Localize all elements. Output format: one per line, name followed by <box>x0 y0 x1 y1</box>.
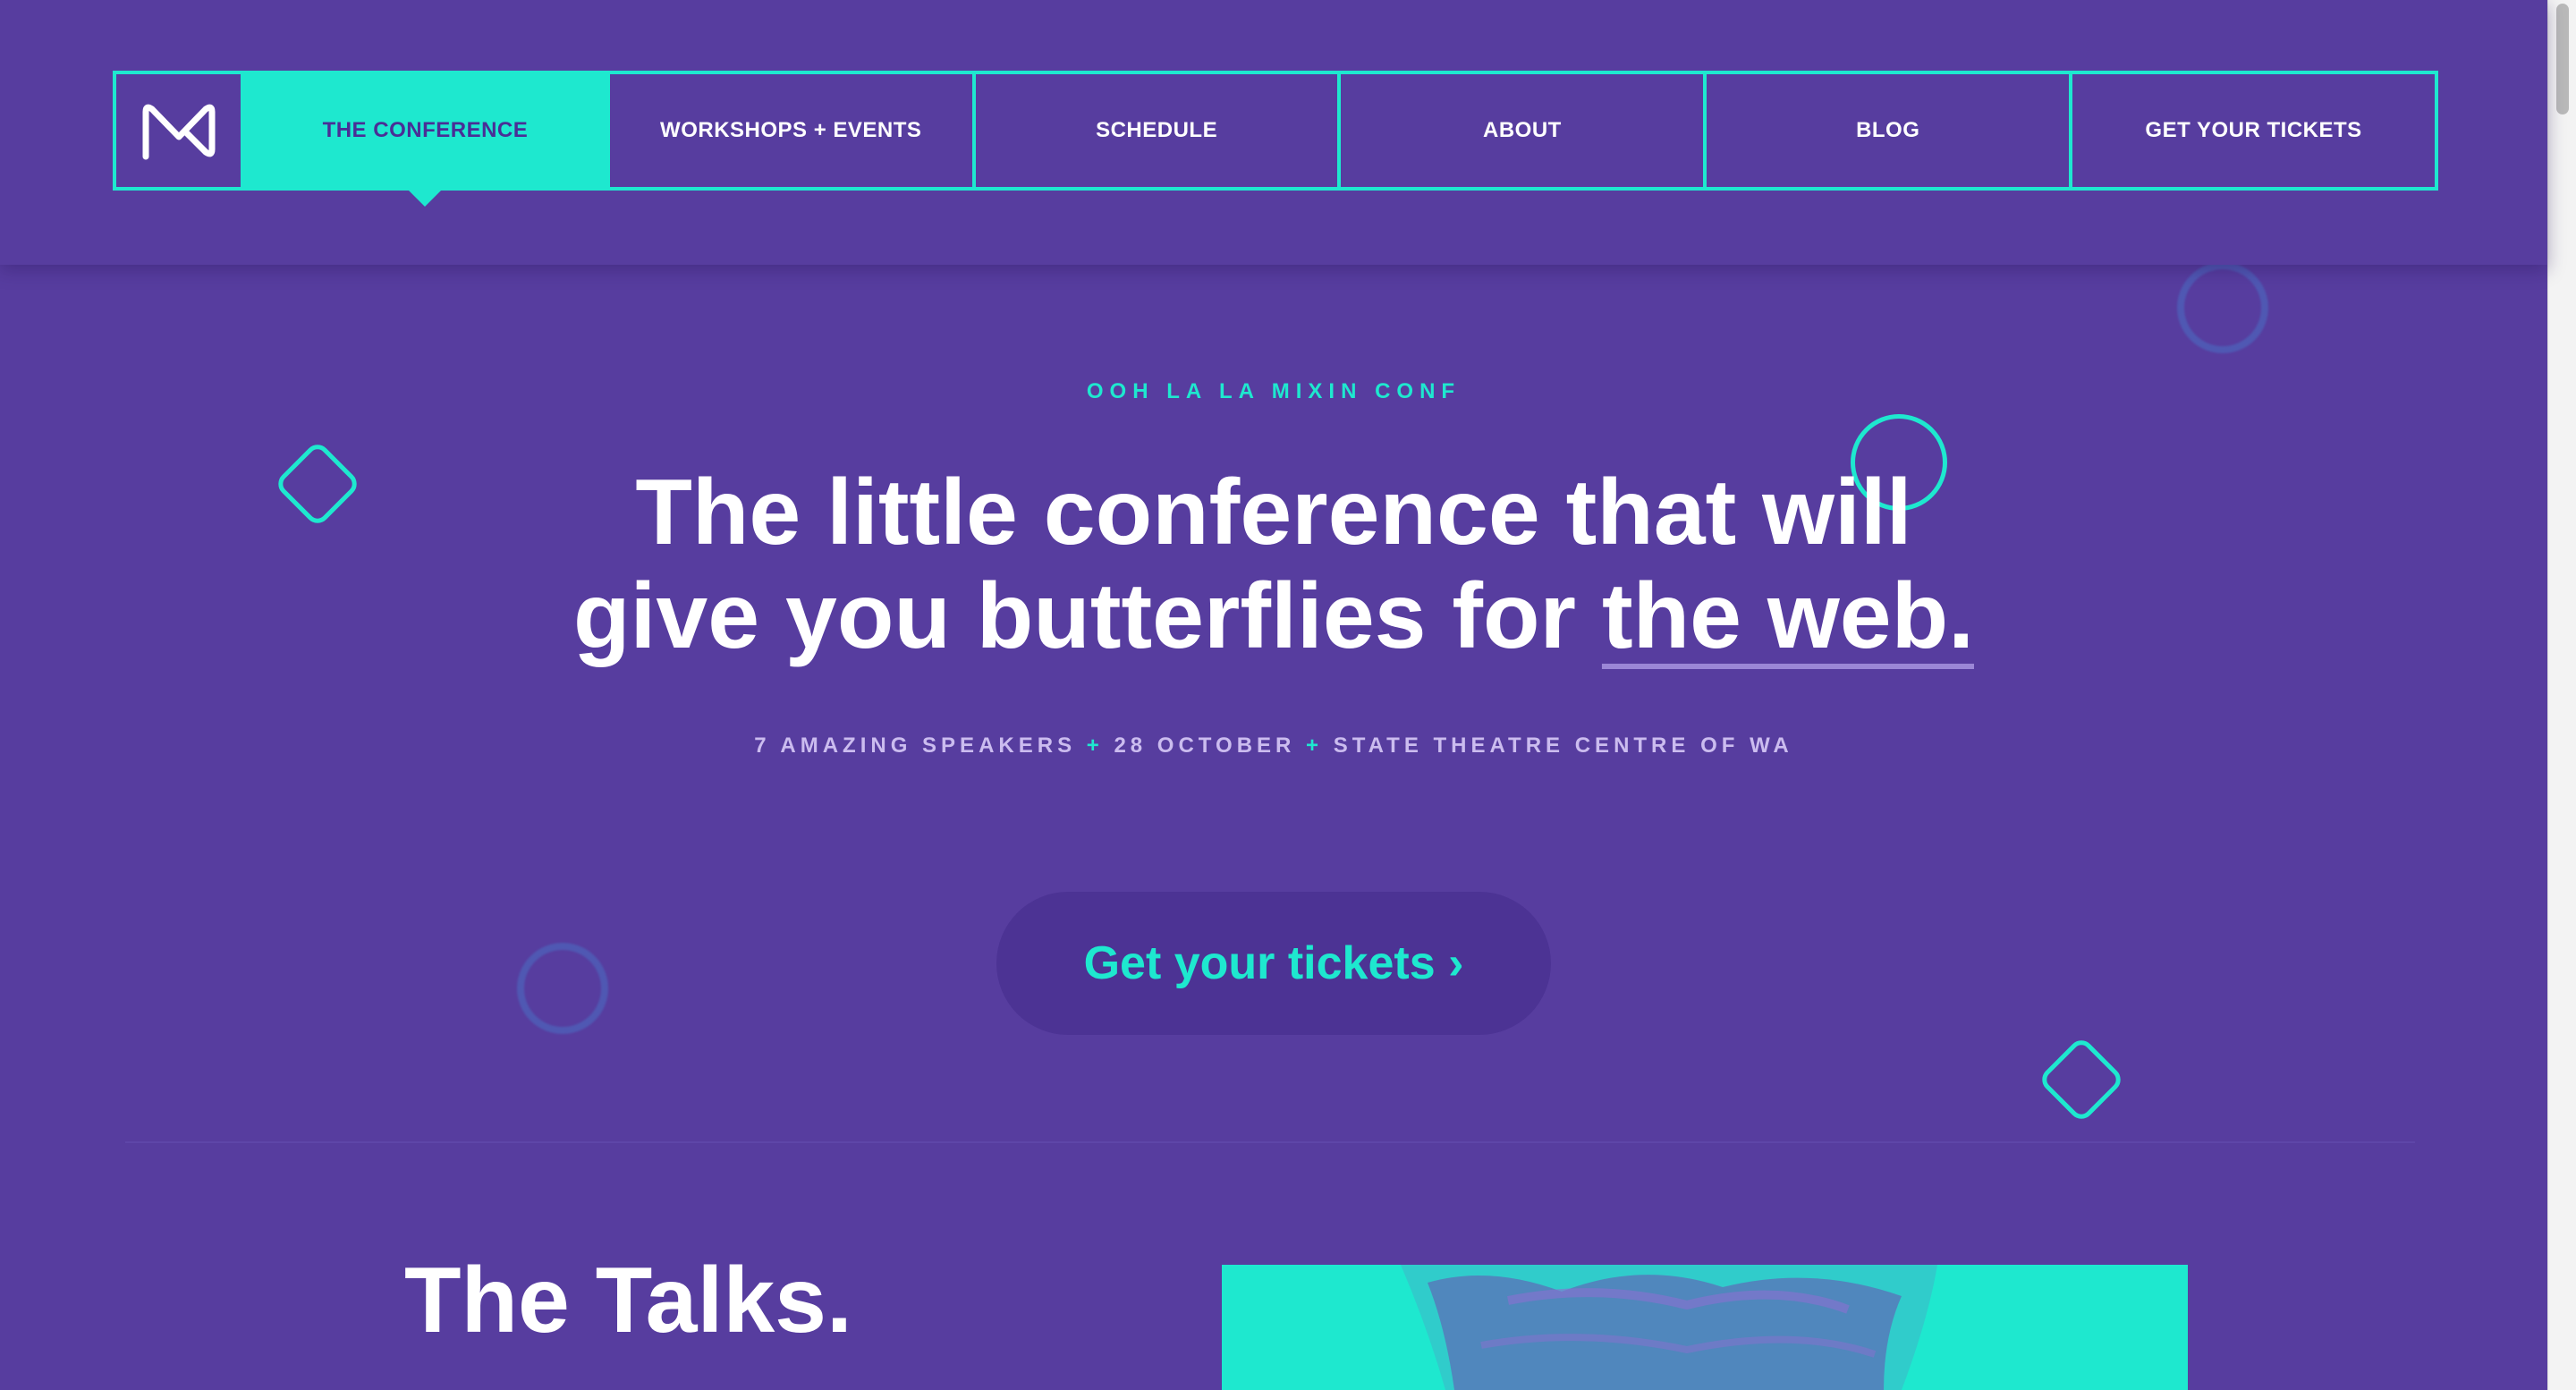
decorative-circle-bottom-left <box>517 943 608 1034</box>
hero-headline: The little conference that will give you… <box>0 461 2547 668</box>
nav-item-the-conference[interactable]: THE CONFERENCE <box>244 74 610 187</box>
mixin-logo-icon <box>142 104 215 160</box>
speaker-photo-graphic <box>1222 1265 2188 1390</box>
meta-plus-separator: + <box>1306 733 1324 758</box>
decorative-diamond-right <box>2037 1035 2126 1124</box>
get-tickets-button[interactable]: Get your tickets › <box>996 892 1551 1035</box>
meta-plus-separator: + <box>1086 733 1104 758</box>
nav-item-workshops-events[interactable]: WORKSHOPS + EVENTS <box>610 74 976 187</box>
hero-event-meta: 7 AMAZING SPEAKERS + 28 OCTOBER + STATE … <box>0 733 2547 759</box>
nav-item-schedule[interactable]: SCHEDULE <box>976 74 1342 187</box>
decorative-circle-top-right <box>2177 262 2268 353</box>
nav-item-get-your-tickets[interactable]: GET YOUR TICKETS <box>2072 74 2435 187</box>
nav-item-about[interactable]: ABOUT <box>1341 74 1707 187</box>
meta-date: 28 OCTOBER <box>1114 733 1296 758</box>
logo-link[interactable] <box>116 74 244 187</box>
meta-speakers: 7 AMAZING SPEAKERS <box>754 733 1077 758</box>
page-scrollbar[interactable] <box>2547 0 2576 1390</box>
headline-line-1: The little conference that will <box>635 461 1912 564</box>
hero-eyebrow: OOH LA LA MIXIN CONF <box>1086 379 1462 403</box>
headline-line-2: give you butterflies for <box>572 564 1602 668</box>
section-divider <box>125 1141 2415 1143</box>
page: THE CONFERENCE WORKSHOPS + EVENTS SCHEDU… <box>0 0 2547 1390</box>
scrollbar-thumb[interactable] <box>2556 4 2569 114</box>
speaker-photo <box>1222 1265 2188 1390</box>
nav-item-blog[interactable]: BLOG <box>1707 74 2073 187</box>
site-header: THE CONFERENCE WORKSHOPS + EVENTS SCHEDU… <box>0 0 2547 265</box>
talks-section-title: The Talks. <box>404 1249 852 1352</box>
headline-underlined-text: the web. <box>1601 564 1974 668</box>
main-nav: THE CONFERENCE WORKSHOPS + EVENTS SCHEDU… <box>113 71 2438 191</box>
meta-venue: STATE THEATRE CENTRE OF WA <box>1333 733 1793 758</box>
